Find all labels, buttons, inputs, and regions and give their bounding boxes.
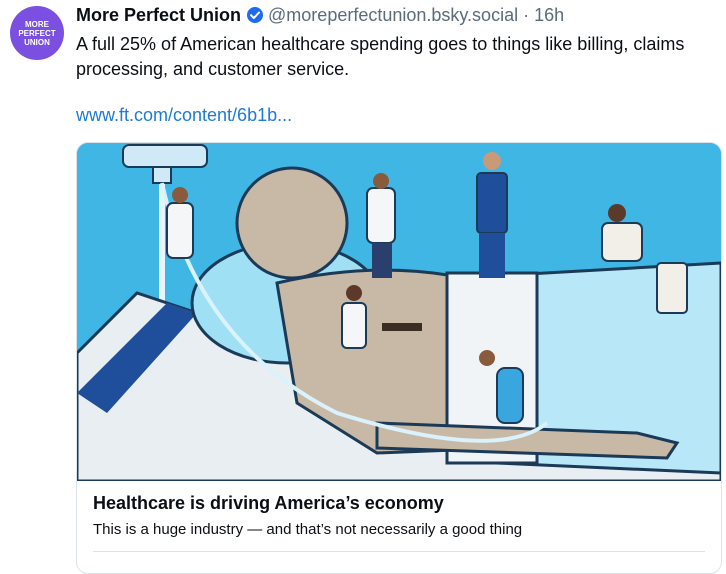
post-header: More Perfect Union @moreperfectunion.bsk…: [76, 3, 564, 27]
avatar[interactable]: MORE PERFECT UNION: [10, 6, 64, 60]
separator-dot: ·: [523, 4, 530, 25]
post-text: A full 25% of American healthcare spendi…: [76, 34, 685, 79]
card-illustration: [77, 143, 721, 481]
post-timestamp[interactable]: 16h: [534, 5, 564, 26]
card-title: Healthcare is driving America’s economy: [93, 493, 444, 513]
card-divider: [93, 551, 705, 552]
verified-check-icon: [246, 6, 264, 24]
post-link[interactable]: www.ft.com/content/6b1b...: [76, 105, 292, 126]
author-handle[interactable]: @moreperfectunion.bsky.social: [268, 5, 518, 26]
link-preview-card[interactable]: Healthcare is driving America’s economy …: [76, 142, 722, 574]
card-description: This is a huge industry — and that’s not…: [93, 521, 523, 538]
author-name[interactable]: More Perfect Union: [76, 5, 241, 26]
avatar-text: MORE PERFECT UNION: [18, 19, 56, 47]
